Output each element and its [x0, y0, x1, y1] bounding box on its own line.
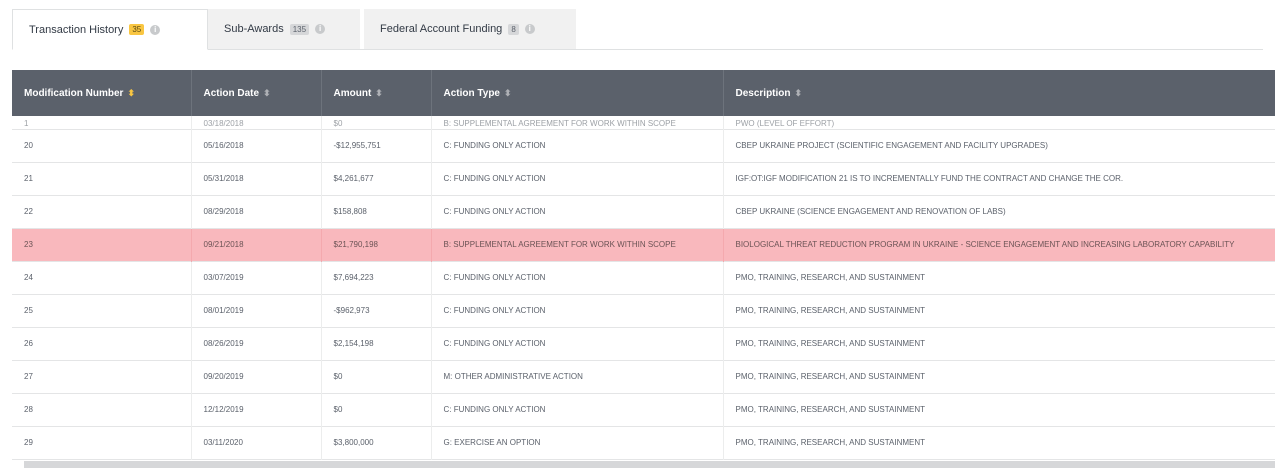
cell-action-type: B: SUPPLEMENTAL AGREEMENT FOR WORK WITHI…: [431, 228, 724, 261]
cell-action-date: 05/31/2018: [191, 162, 322, 195]
column-header-action-type[interactable]: Action Type ⬍: [431, 70, 724, 116]
tab-transaction-history[interactable]: Transaction History 35 i: [12, 9, 208, 50]
cell-amount: $21,790,198: [321, 228, 432, 261]
count-badge: 135: [289, 23, 310, 35]
cell-amount: -$12,955,751: [321, 129, 432, 162]
sort-arrows-icon[interactable]: ⬍: [263, 88, 271, 99]
cell-modification-number: 1: [12, 116, 192, 129]
cell-action-date: 03/07/2019: [191, 261, 322, 294]
cell-action-type: C: FUNDING ONLY ACTION: [431, 162, 724, 195]
table-row: 27 09/20/2019 $0 M: OTHER ADMINISTRATIVE…: [12, 360, 1275, 393]
column-header-description[interactable]: Description ⬍: [723, 70, 1275, 116]
cell-action-type: C: FUNDING ONLY ACTION: [431, 261, 724, 294]
tab-label: Transaction History: [29, 23, 124, 36]
cell-action-type: C: FUNDING ONLY ACTION: [431, 129, 724, 162]
cell-amount: $3,800,000: [321, 426, 432, 459]
sort-arrows-icon[interactable]: ⬍: [375, 88, 383, 99]
table-header-row: Modification Number ⬍ Action Date ⬍ Amount…: [12, 70, 1275, 116]
cell-description: PMO, TRAINING, RESEARCH, AND SUSTAINMENT: [723, 261, 1275, 294]
cell-modification-number: 21: [12, 162, 192, 195]
cell-description: PWO (LEVEL OF EFFORT): [723, 116, 1275, 129]
cell-amount: -$962,973: [321, 294, 432, 327]
cell-description: PMO, TRAINING, RESEARCH, AND SUSTAINMENT: [723, 393, 1275, 426]
info-icon[interactable]: i: [315, 24, 326, 34]
cell-modification-number: 28: [12, 393, 192, 426]
cell-action-date: 03/11/2020: [191, 426, 322, 459]
cell-amount: $4,261,677: [321, 162, 432, 195]
cell-action-type: C: FUNDING ONLY ACTION: [431, 327, 724, 360]
tab-sub-awards[interactable]: Sub-Awards 135 i: [208, 9, 360, 49]
cell-action-date: 12/12/2019: [191, 393, 322, 426]
column-header-label: Description: [735, 87, 791, 99]
cell-action-date: 03/18/2018: [191, 116, 322, 129]
table-row: 24 03/07/2019 $7,694,223 C: FUNDING ONLY…: [12, 261, 1275, 294]
cell-description: BIOLOGICAL THREAT REDUCTION PROGRAM IN U…: [723, 228, 1275, 261]
table-row-highlighted: 23 09/21/2018 $21,790,198 B: SUPPLEMENTA…: [12, 228, 1275, 261]
column-header-modification-number[interactable]: Modification Number ⬍: [12, 70, 192, 116]
table-row: 20 05/16/2018 -$12,955,751 C: FUNDING ON…: [12, 129, 1275, 162]
column-header-label: Action Date: [203, 87, 260, 99]
cell-action-type: G: EXERCISE AN OPTION: [431, 426, 724, 459]
count-badge: 8: [508, 23, 519, 35]
cell-modification-number: 20: [12, 129, 192, 162]
cell-description: PMO, TRAINING, RESEARCH, AND SUSTAINMENT: [723, 360, 1275, 393]
cell-modification-number: 27: [12, 360, 192, 393]
cell-action-type: C: FUNDING ONLY ACTION: [431, 195, 724, 228]
cell-action-date: 08/29/2018: [191, 195, 322, 228]
cell-description: PMO, TRAINING, RESEARCH, AND SUSTAINMENT: [723, 426, 1275, 459]
cell-amount: $0: [321, 393, 432, 426]
cell-modification-number: 23: [12, 228, 192, 261]
cell-action-type: C: FUNDING ONLY ACTION: [431, 393, 724, 426]
column-header-label: Modification Number: [24, 87, 124, 99]
table-row: 21 05/31/2018 $4,261,677 C: FUNDING ONLY…: [12, 162, 1275, 195]
column-header-label: Action Type: [443, 87, 500, 99]
cell-action-type: M: OTHER ADMINISTRATIVE ACTION: [431, 360, 724, 393]
table-row: 26 08/26/2019 $2,154,198 C: FUNDING ONLY…: [12, 327, 1275, 360]
count-badge: 35: [129, 24, 145, 35]
tab-bar: Transaction History 35 i Sub-Awards 135 …: [12, 9, 1263, 50]
sort-arrows-icon[interactable]: ⬍: [504, 88, 512, 99]
cell-action-date: 09/20/2019: [191, 360, 322, 393]
cell-description: PMO, TRAINING, RESEARCH, AND SUSTAINMENT: [723, 294, 1275, 327]
cell-amount: $0: [321, 360, 432, 393]
cell-modification-number: 25: [12, 294, 192, 327]
sort-arrows-icon[interactable]: ⬍: [127, 88, 135, 99]
info-icon[interactable]: i: [524, 24, 535, 34]
tab-label: Sub-Awards: [224, 23, 284, 35]
cell-action-date: 08/01/2019: [191, 294, 322, 327]
tab-federal-account-funding[interactable]: Federal Account Funding 8 i: [364, 9, 576, 49]
transaction-table-container[interactable]: Modification Number ⬍ Action Date ⬍ Amount…: [12, 70, 1275, 468]
cell-action-type: B: SUPPLEMENTAL AGREEMENT FOR WORK WITHI…: [431, 116, 724, 129]
info-icon[interactable]: i: [150, 24, 161, 35]
cell-action-date: 09/21/2018: [191, 228, 322, 261]
cell-amount: $0: [321, 116, 432, 129]
cell-action-date: 05/16/2018: [191, 129, 322, 162]
cell-action-date: 08/26/2019: [191, 327, 322, 360]
table-row-partial: 1 03/18/2018 $0 B: SUPPLEMENTAL AGREEMEN…: [12, 116, 1275, 129]
transaction-table: Modification Number ⬍ Action Date ⬍ Amount…: [12, 70, 1275, 460]
cell-modification-number: 22: [12, 195, 192, 228]
sort-arrows-icon[interactable]: ⬍: [795, 88, 803, 99]
table-row: 29 03/11/2020 $3,800,000 G: EXERCISE AN …: [12, 426, 1275, 459]
horizontal-scrollbar[interactable]: [24, 461, 1275, 468]
column-header-action-date[interactable]: Action Date ⬍: [191, 70, 322, 116]
cell-description: CBEP UKRAINE (SCIENCE ENGAGEMENT AND REN…: [723, 195, 1275, 228]
cell-modification-number: 24: [12, 261, 192, 294]
table-row: 25 08/01/2019 -$962,973 C: FUNDING ONLY …: [12, 294, 1275, 327]
tab-label: Federal Account Funding: [380, 23, 503, 35]
table-row: 22 08/29/2018 $158,808 C: FUNDING ONLY A…: [12, 195, 1275, 228]
cell-action-type: C: FUNDING ONLY ACTION: [431, 294, 724, 327]
column-header-label: Amount: [333, 87, 372, 99]
cell-modification-number: 29: [12, 426, 192, 459]
cell-description: CBEP UKRAINE PROJECT (SCIENTIFIC ENGAGEM…: [723, 129, 1275, 162]
cell-description: IGF:OT:IGF MODIFICATION 21 IS TO INCREME…: [723, 162, 1275, 195]
cell-amount: $158,808: [321, 195, 432, 228]
column-header-amount[interactable]: Amount ⬍: [321, 70, 432, 116]
cell-modification-number: 26: [12, 327, 192, 360]
cell-amount: $2,154,198: [321, 327, 432, 360]
cell-amount: $7,694,223: [321, 261, 432, 294]
table-row: 28 12/12/2019 $0 C: FUNDING ONLY ACTION …: [12, 393, 1275, 426]
cell-description: PMO, TRAINING, RESEARCH, AND SUSTAINMENT: [723, 327, 1275, 360]
